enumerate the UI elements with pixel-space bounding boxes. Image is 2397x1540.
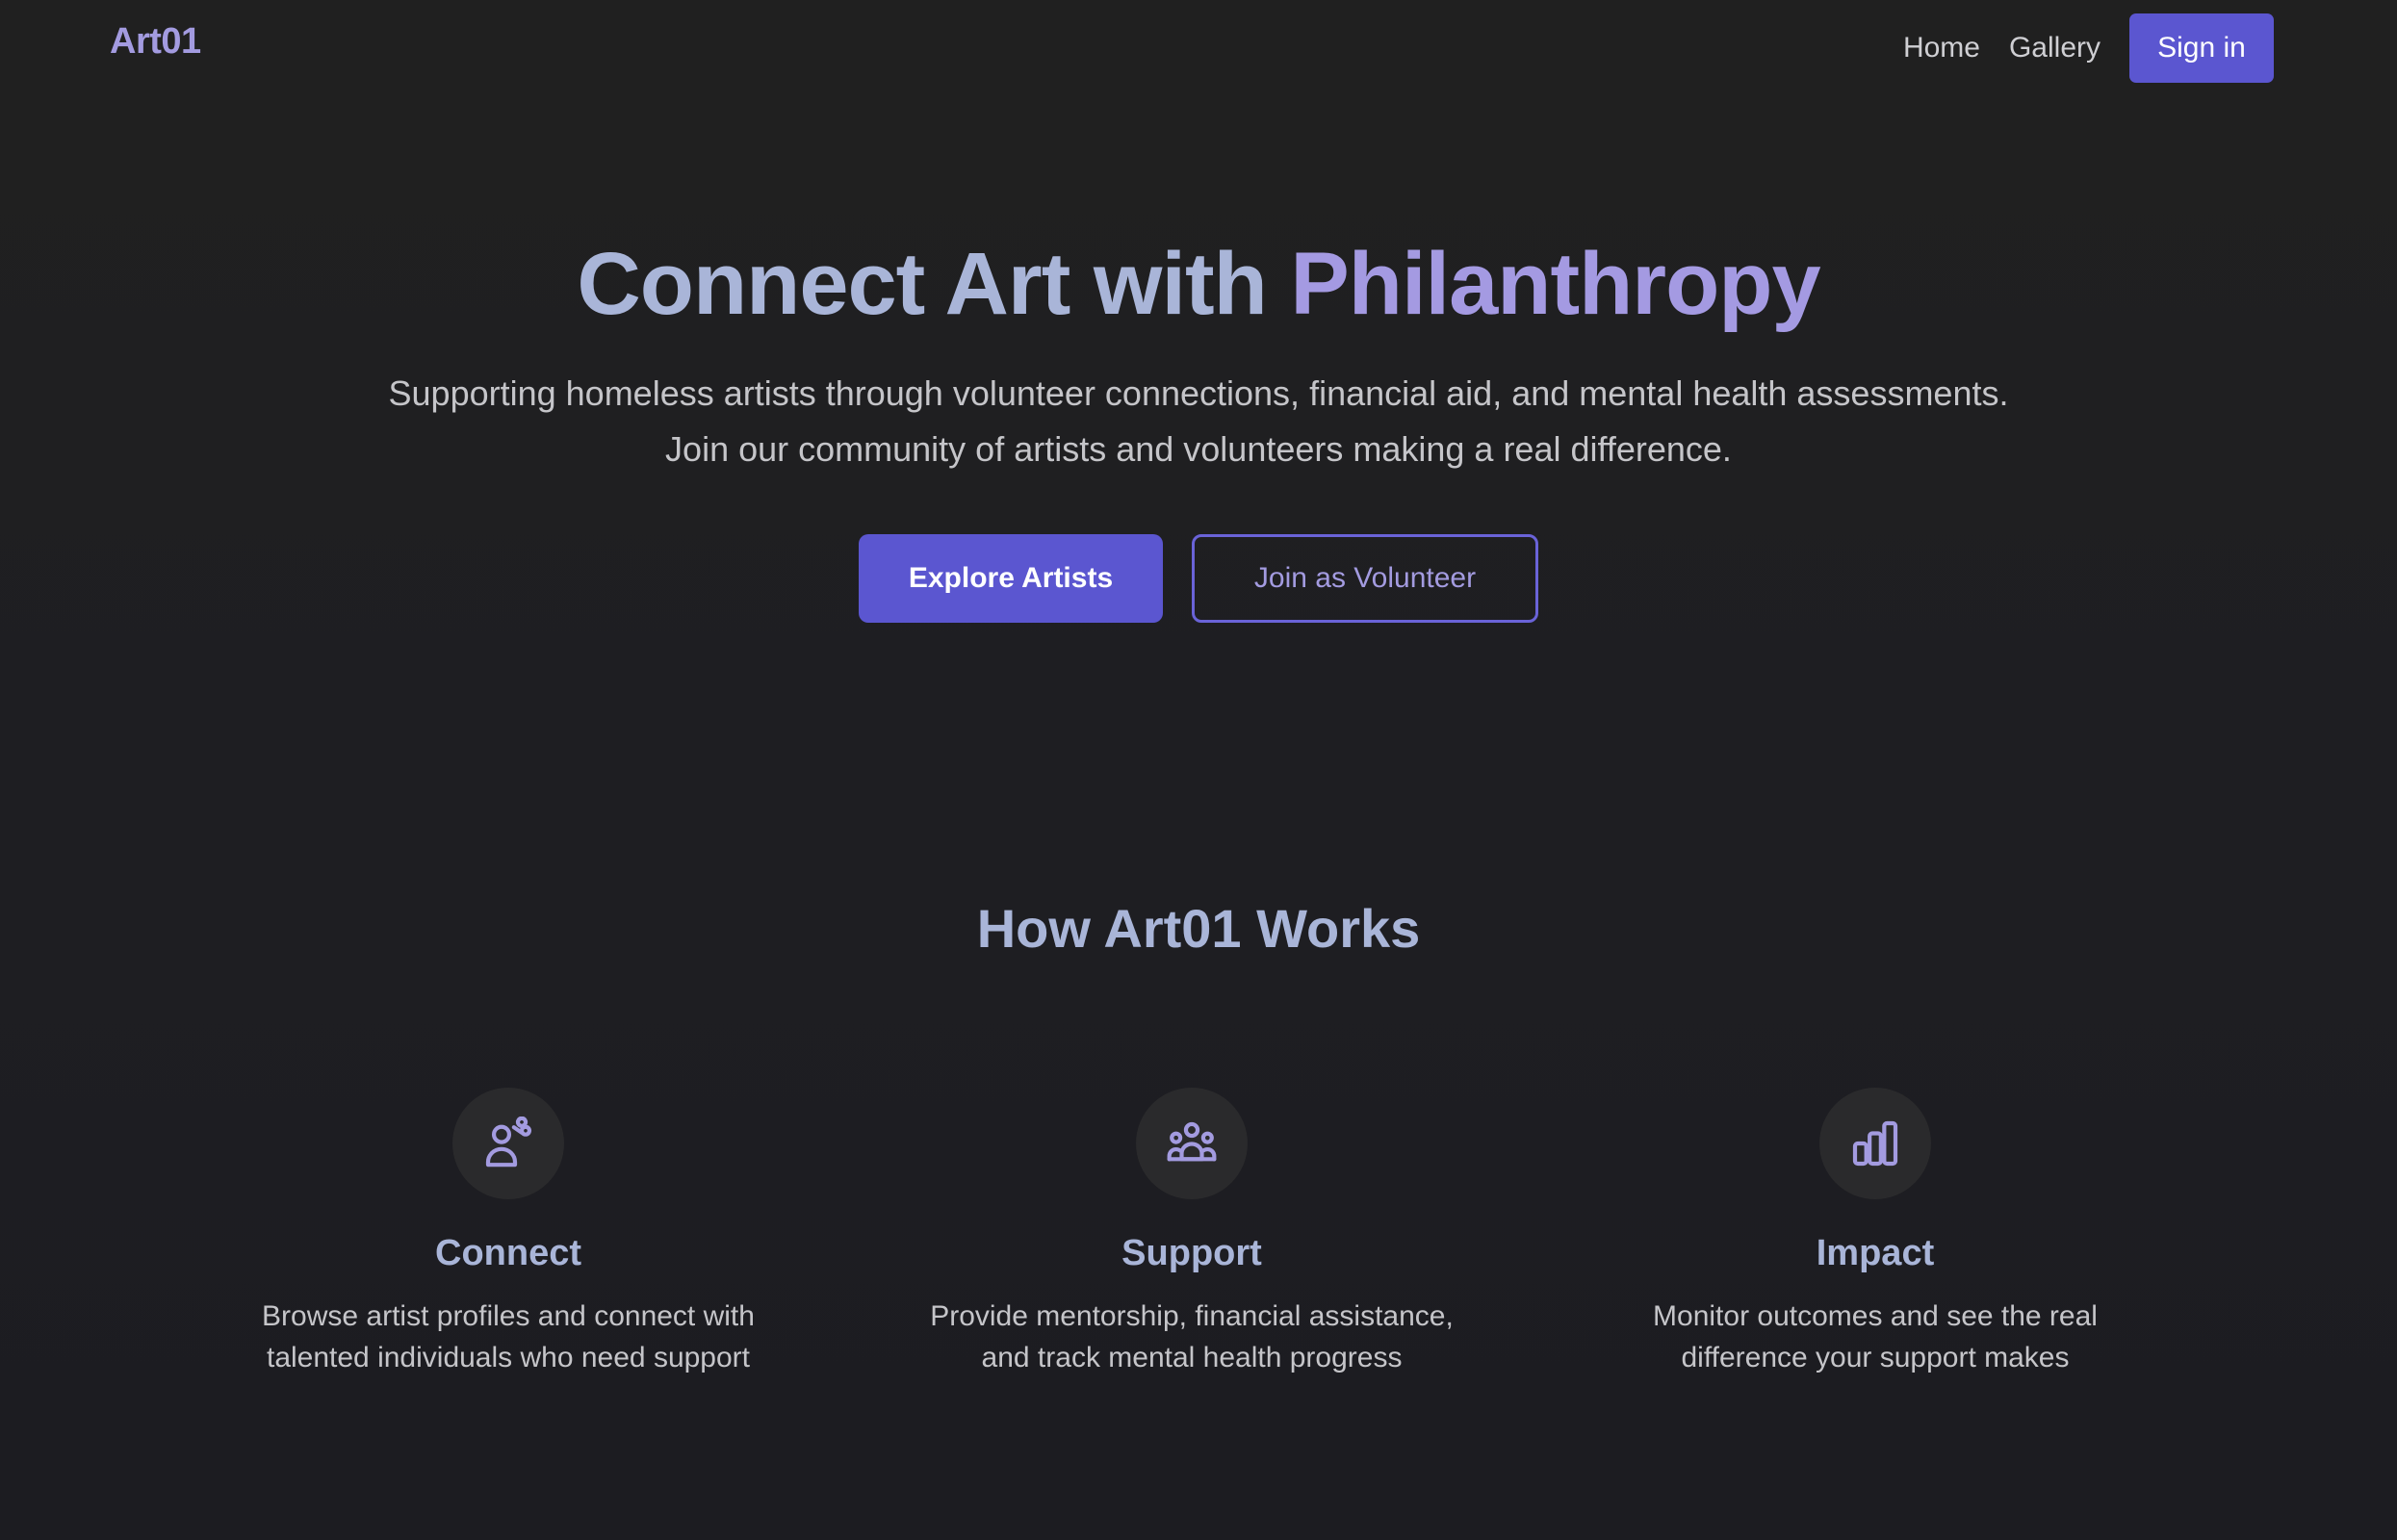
explore-artists-button[interactable]: Explore Artists — [859, 534, 1163, 623]
bar-chart-icon — [1819, 1088, 1931, 1199]
section-title: How Art01 Works — [976, 898, 1421, 959]
hero-subtitle: Supporting homeless artists through volu… — [388, 373, 2009, 469]
feature-title: Support — [1121, 1233, 1262, 1273]
main-nav: Home Gallery Sign in — [1903, 13, 2274, 83]
feature-impact: Impact Monitor outcomes and see the real… — [1577, 1088, 2174, 1378]
feature-description: Provide mentorship, financial assistance… — [930, 1300, 1454, 1373]
hero-actions: Explore Artists Join as Volunteer — [0, 534, 2397, 623]
feature-description: Monitor outcomes and see the real differ… — [1653, 1300, 2098, 1373]
feature-title: Connect — [435, 1233, 581, 1273]
feature-support: Support Provide mentorship, financial as… — [893, 1088, 1490, 1378]
nav-gallery-link[interactable]: Gallery — [2009, 32, 2101, 64]
hero-title: Connect Art with Philanthropy — [0, 231, 2397, 337]
sign-in-button[interactable]: Sign in — [2129, 13, 2274, 83]
nav-home-link[interactable]: Home — [1903, 32, 1980, 64]
hero-title-highlight: Philanthropy — [1290, 235, 1820, 333]
feature-title: Impact — [1816, 1233, 1935, 1273]
features-list: Connect Browse artist profiles and conne… — [0, 1088, 2397, 1396]
feature-description: Browse artist profiles and connect with … — [262, 1300, 755, 1373]
users-group-icon — [1136, 1088, 1248, 1199]
join-volunteer-button[interactable]: Join as Volunteer — [1192, 534, 1538, 623]
site-header: Art01 Home Gallery Sign in — [0, 0, 2397, 96]
hero-title-main: Connect Art with — [577, 235, 1291, 333]
feature-connect: Connect Browse artist profiles and conne… — [210, 1088, 807, 1378]
user-connect-icon — [452, 1088, 564, 1199]
logo[interactable]: Art01 — [110, 21, 201, 63]
